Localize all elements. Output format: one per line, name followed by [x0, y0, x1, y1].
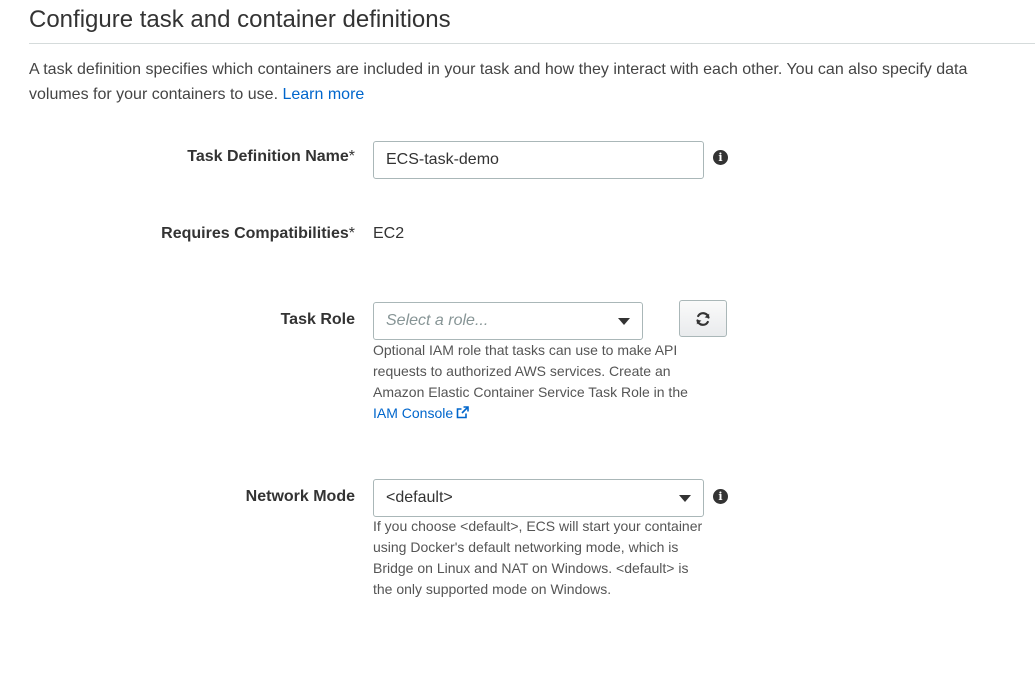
refresh-roles-button[interactable]: [679, 300, 727, 337]
refresh-icon: [696, 311, 710, 326]
learn-more-link[interactable]: Learn more: [282, 86, 364, 103]
task-definition-name-input[interactable]: [373, 141, 704, 179]
info-icon[interactable]: i: [713, 489, 728, 504]
title-divider: [29, 43, 1035, 44]
network-mode-help: If you choose <default>, ECS will start …: [373, 518, 703, 597]
network-mode-select[interactable]: <default>: [373, 479, 704, 517]
info-icon[interactable]: i: [713, 150, 728, 165]
external-link-icon: [456, 406, 469, 419]
network-mode-label: Network Mode: [245, 488, 355, 505]
task-role-placeholder: Select a role...: [386, 312, 489, 329]
requires-compatibilities-label: Requires Compatibilities*: [161, 225, 355, 242]
intro-paragraph: A task definition specifies which contai…: [29, 57, 1029, 107]
task-role-label: Task Role: [280, 311, 355, 328]
task-role-help: Optional IAM role that tasks can use to …: [373, 340, 708, 424]
network-mode-value: <default>: [386, 489, 453, 506]
task-role-help-text: Optional IAM role that tasks can use to …: [373, 342, 688, 400]
task-definition-name-label: Task Definition Name*: [187, 148, 355, 165]
task-role-select[interactable]: Select a role...: [373, 302, 643, 340]
intro-text: A task definition specifies which contai…: [29, 61, 968, 103]
iam-console-link[interactable]: IAM Console: [373, 405, 469, 421]
chevron-down-icon: [618, 317, 630, 325]
page-title: Configure task and container definitions: [29, 6, 451, 33]
requires-compatibilities-value: EC2: [373, 225, 405, 242]
chevron-down-icon: [679, 494, 691, 502]
